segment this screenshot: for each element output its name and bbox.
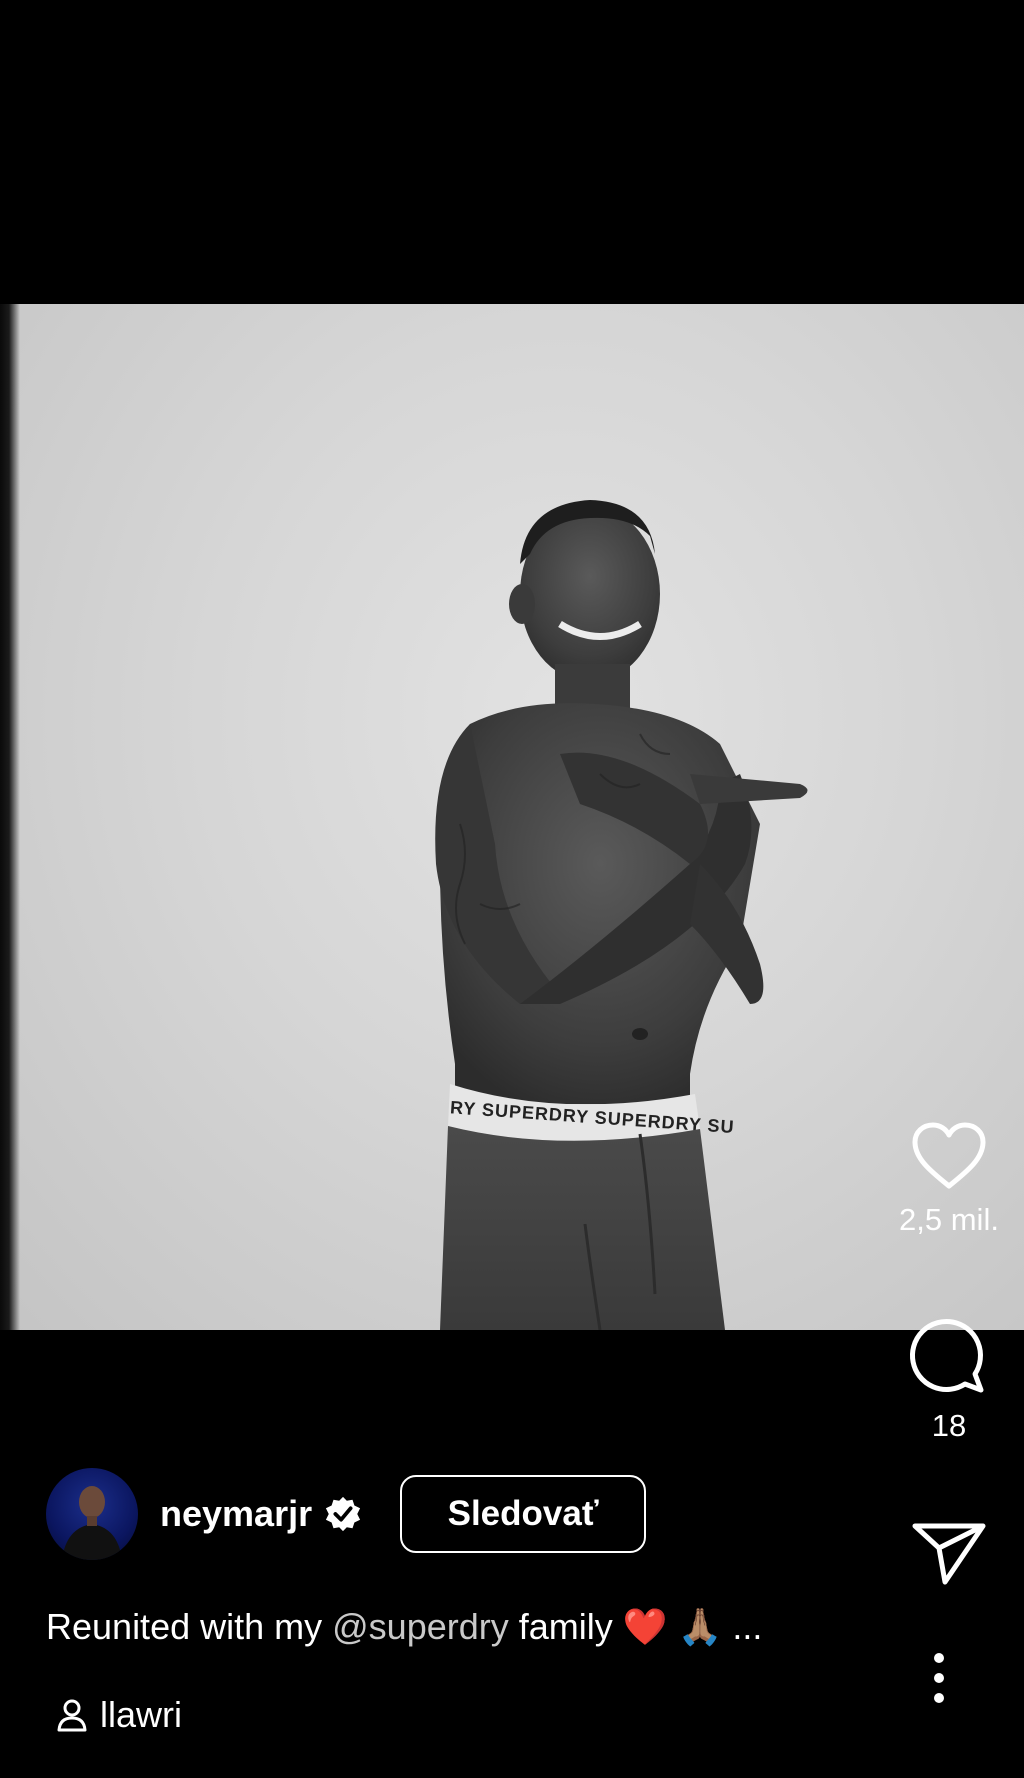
person-icon [57,1699,87,1732]
audio-attribution[interactable]: llawri [56,1694,182,1736]
caption-text-end: family ❤️ 🙏🏽 ... [508,1606,763,1647]
comment-action[interactable]: 18 [874,1318,1024,1444]
comment-count: 18 [931,1408,967,1443]
figure-shorts [440,1126,725,1330]
video-film-edge [0,304,20,1330]
more-vertical-icon[interactable] [920,1650,958,1706]
verified-badge-icon [325,1496,361,1532]
caption-text: Reunited with my [46,1606,333,1647]
video-frame[interactable]: RY SUPERDRY SUPERDRY SU [0,304,1024,1330]
post-caption[interactable]: Reunited with my @superdry family ❤️ 🙏🏽 … [46,1606,762,1648]
heart-icon[interactable] [909,1120,989,1192]
comment-bubble-icon[interactable] [909,1318,989,1398]
send-icon[interactable] [911,1520,987,1586]
avatar-image [62,1486,122,1560]
share-action[interactable] [874,1520,1024,1586]
post-author-row: neymarjr Sledovať [46,1466,647,1562]
video-content: RY SUPERDRY SUPERDRY SU [435,500,808,1330]
audio-label: llawri [100,1694,183,1735]
username[interactable]: neymarjr [160,1493,312,1535]
follow-button[interactable]: Sledovať [400,1475,647,1553]
like-count: 2,5 mil. [899,1202,999,1237]
caption-mention-link[interactable]: @superdry [332,1606,509,1647]
like-action[interactable]: 2,5 mil. [874,1120,1024,1238]
avatar[interactable] [46,1468,138,1560]
